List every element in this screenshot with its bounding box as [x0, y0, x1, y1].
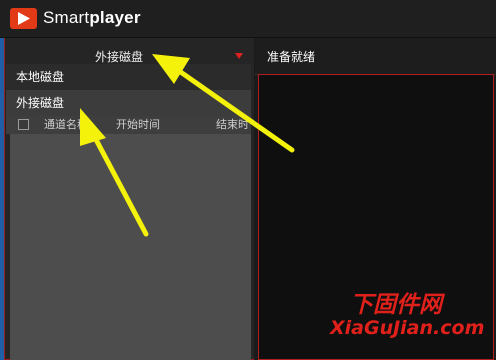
play-icon — [10, 8, 37, 29]
app-name-part2: player — [89, 8, 141, 27]
select-all-checkbox[interactable] — [18, 119, 29, 130]
drive-selector-value: 外接磁盘 — [95, 50, 144, 64]
file-list-header: 通道名称 开始时间 结束时间 — [6, 116, 251, 134]
player-header: 准备就绪 — [255, 38, 496, 75]
title-bar: Smartplayer — [0, 0, 496, 38]
dropdown-option-local-disk[interactable]: 本地磁盘 — [6, 64, 251, 90]
column-end-time[interactable]: 结束时间 — [216, 116, 251, 134]
app-name-part1: Smart — [43, 8, 90, 27]
watermark-cn: 下固件网 — [350, 292, 442, 318]
app-name: Smartplayer — [43, 8, 141, 28]
column-channel-name[interactable]: 通道名称 — [44, 116, 88, 132]
column-start-time[interactable]: 开始时间 — [116, 116, 160, 132]
file-list — [10, 134, 251, 360]
watermark-en: XiaGuJian.com — [330, 317, 485, 339]
dropdown-option-external-disk[interactable]: 外接磁盘 — [6, 90, 251, 116]
drive-dropdown-menu: 本地磁盘 外接磁盘 — [6, 64, 251, 116]
dropdown-arrow-icon[interactable] — [235, 53, 243, 59]
player-status: 准备就绪 — [267, 50, 316, 64]
watermark: 下固件网 XiaGuJian.com — [330, 285, 490, 345]
